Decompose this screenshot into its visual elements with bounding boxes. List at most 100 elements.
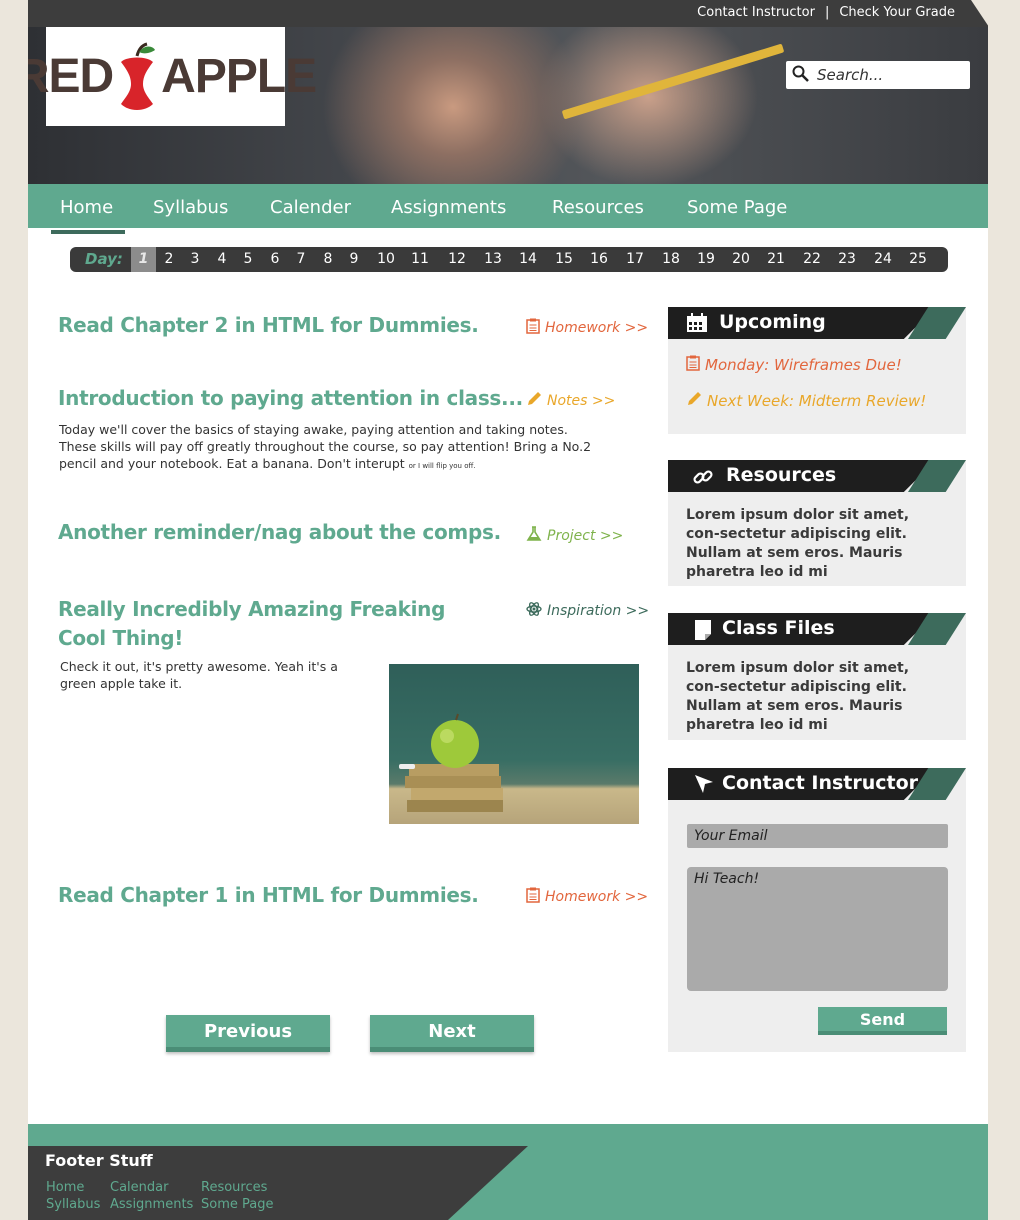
post-title-line: Really Incredibly Amazing Freaking (58, 597, 446, 621)
footer-link-syllabus[interactable]: Syllabus (46, 1197, 100, 1212)
notes-link-label: Notes >> (547, 393, 616, 409)
day-15[interactable]: 15 (552, 247, 576, 272)
top-links-separator: | (824, 5, 830, 20)
day-5[interactable]: 5 (242, 247, 254, 272)
footer-link-resources[interactable]: Resources (201, 1180, 267, 1195)
homework-link[interactable]: Homework >> (526, 887, 648, 907)
widget-title: Upcoming (719, 311, 826, 333)
check-grade-link[interactable]: Check Your Grade (839, 5, 955, 20)
footer-link-assignments[interactable]: Assignments (110, 1197, 193, 1212)
day-23[interactable]: 23 (835, 247, 859, 272)
day-24[interactable]: 24 (871, 247, 895, 272)
clipboard-icon (686, 355, 700, 375)
day-22[interactable]: 22 (800, 247, 824, 272)
day-4[interactable]: 4 (216, 247, 228, 272)
footer-title: Footer Stuff (45, 1151, 153, 1170)
day-7[interactable]: 7 (295, 247, 307, 272)
post-body-fine-print: or I will flip you off. (408, 462, 476, 470)
post-body: Today we'll cover the basics of staying … (59, 421, 609, 475)
logo-text-red: RED (28, 50, 114, 103)
link-icon (692, 466, 714, 488)
upcoming-widget: Upcoming Monday: Wireframes Due! Next We… (668, 307, 966, 434)
contact-widget: Contact Instructor Send (668, 768, 966, 1052)
day-20[interactable]: 20 (729, 247, 753, 272)
homework-link[interactable]: Homework >> (526, 318, 648, 338)
upcoming-item-label: Monday: Wireframes Due! (705, 356, 902, 374)
day-8[interactable]: 8 (322, 247, 334, 272)
day-19[interactable]: 19 (694, 247, 718, 272)
day-2[interactable]: 2 (163, 247, 175, 272)
atom-icon (526, 601, 542, 621)
widget-title: Resources (726, 464, 837, 486)
post-title[interactable]: Another reminder/nag about the comps. (58, 520, 501, 544)
day-21[interactable]: 21 (764, 247, 788, 272)
header-pencil-image (561, 43, 785, 120)
day-3[interactable]: 3 (189, 247, 201, 272)
day-25[interactable]: 25 (906, 247, 930, 272)
day-13[interactable]: 13 (481, 247, 505, 272)
search-input[interactable] (817, 66, 957, 84)
search-box[interactable] (786, 61, 970, 89)
homework-link-label: Homework >> (545, 889, 649, 905)
post-title[interactable]: Read Chapter 2 in HTML for Dummies. (58, 313, 479, 337)
footer-link-calendar[interactable]: Calendar (110, 1180, 168, 1195)
apple-core-icon (117, 42, 157, 112)
day-10[interactable]: 10 (374, 247, 398, 272)
day-12[interactable]: 12 (445, 247, 469, 272)
project-link-label: Project >> (547, 528, 624, 544)
logo-text: RED APPLE (28, 42, 317, 112)
page: Contact Instructor | Check Your Grade RE… (28, 0, 989, 1220)
nav-item-some-page[interactable]: Some Page (687, 197, 787, 218)
day-11[interactable]: 11 (410, 247, 430, 272)
header-banner: RED APPLE (28, 27, 988, 184)
day-1[interactable]: 1 (131, 247, 156, 272)
contact-instructor-link[interactable]: Contact Instructor (697, 5, 815, 20)
red-apple-logo[interactable]: RED APPLE (28, 27, 317, 126)
message-field[interactable] (687, 867, 948, 991)
footer-link-some-page[interactable]: Some Page (201, 1197, 273, 1212)
nav-item-calender[interactable]: Calender (270, 197, 351, 218)
widget-header: Contact Instructor (668, 768, 966, 800)
day-6[interactable]: 6 (269, 247, 281, 272)
day-9[interactable]: 9 (348, 247, 360, 272)
notes-link[interactable]: Notes >> (526, 391, 615, 411)
inspiration-link[interactable]: Inspiration >> (526, 601, 649, 621)
day-17[interactable]: 17 (623, 247, 647, 272)
top-bar: Contact Instructor | Check Your Grade (28, 0, 989, 27)
nav-item-syllabus[interactable]: Syllabus (153, 197, 228, 218)
calendar-icon (686, 313, 708, 335)
next-button[interactable]: Next (370, 1015, 534, 1052)
day-16[interactable]: 16 (587, 247, 611, 272)
pencil-icon (686, 391, 702, 411)
day-18[interactable]: 18 (659, 247, 683, 272)
nav-item-assignments[interactable]: Assignments (391, 197, 506, 218)
flask-icon (526, 526, 542, 546)
widget-title: Contact Instructor (722, 772, 919, 794)
post-title[interactable]: Read Chapter 1 in HTML for Dummies. (58, 883, 479, 907)
send-button[interactable]: Send (818, 1007, 947, 1035)
logo-text-apple: APPLE (161, 50, 317, 103)
day-selector: Day: 1 2 3 4 5 6 7 8 9 10 11 12 13 14 15… (70, 247, 948, 272)
widget-title: Class Files (722, 617, 835, 639)
document-icon (694, 619, 716, 641)
clipboard-icon (526, 318, 540, 338)
project-link[interactable]: Project >> (526, 526, 623, 546)
upcoming-item[interactable]: Next Week: Midterm Review! (686, 391, 926, 411)
post-title[interactable]: Introduction to paying attention in clas… (58, 386, 523, 410)
cursor-arrow-icon (694, 774, 716, 796)
widget-text: Lorem ipsum dolor sit amet, con-sectetur… (686, 660, 910, 733)
nav-item-home[interactable]: Home (50, 197, 126, 234)
top-links: Contact Instructor | Check Your Grade (697, 5, 955, 20)
email-field[interactable] (687, 824, 948, 848)
nav-item-resources[interactable]: Resources (552, 197, 644, 218)
footer-link-home[interactable]: Home (46, 1180, 84, 1195)
day-14[interactable]: 14 (516, 247, 540, 272)
search-icon[interactable] (792, 65, 809, 86)
pencil-icon (526, 391, 542, 411)
post-body: Check it out, it's pretty awesome. Yeah … (60, 659, 338, 691)
main-nav: Home Syllabus Calender Assignments Resou… (28, 184, 988, 234)
previous-button[interactable]: Previous (166, 1015, 330, 1052)
upcoming-item[interactable]: Monday: Wireframes Due! (686, 355, 902, 375)
post-title[interactable]: Really Incredibly Amazing Freaking Cool … (58, 595, 445, 653)
upcoming-item-label: Next Week: Midterm Review! (707, 392, 927, 410)
